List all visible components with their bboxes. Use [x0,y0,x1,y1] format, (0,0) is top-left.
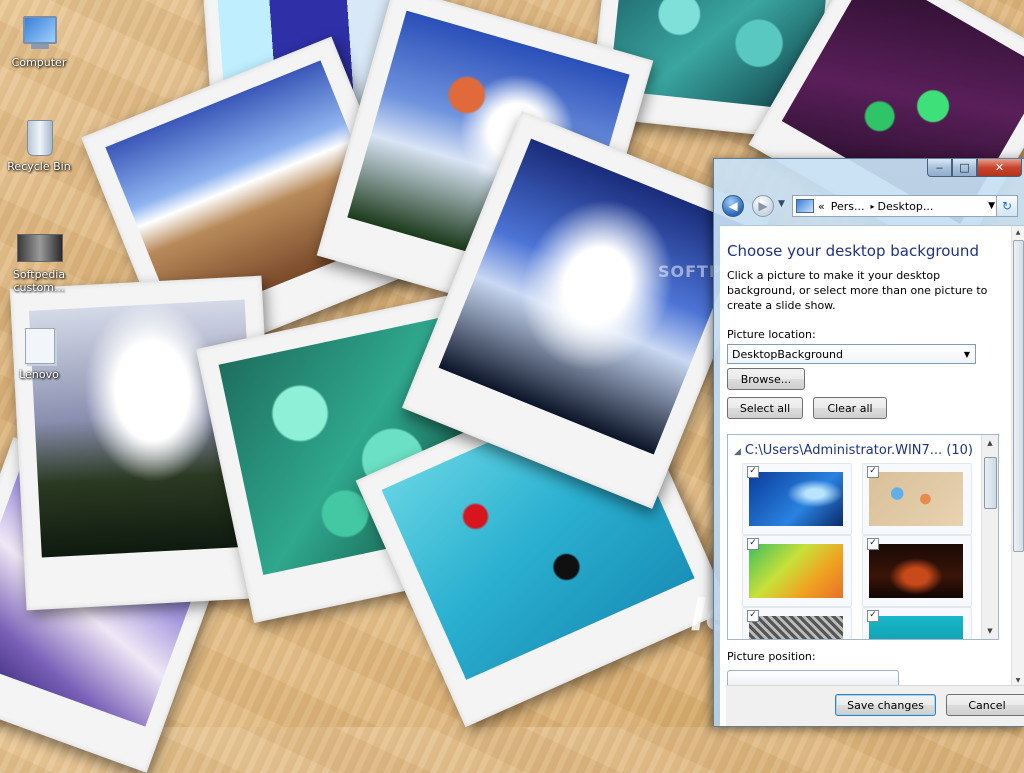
picture-location-select[interactable]: DesktopBackground ▼ [727,344,976,364]
thumbnail-image [869,544,963,598]
wallpaper-thumbnail[interactable]: ✓ [742,607,852,639]
chevron-down-icon: ▼ [963,349,971,359]
gallery-group-header[interactable]: ◢ C:\Users\Administrator.WIN7... (10) [734,443,973,458]
back-button[interactable]: ◀ [722,195,744,217]
thumbnail-checkbox[interactable]: ✓ [747,610,759,622]
content-pane: Choose your desktop background Click a p… [720,225,1024,726]
thumbnail-checkbox[interactable]: ✓ [867,466,879,478]
picture-location-label: Picture location: [727,328,816,341]
image-file-icon [17,226,63,266]
collapse-icon: ◢ [734,447,741,457]
control-panel-icon [796,199,814,213]
scroll-up-icon[interactable]: ▲ [982,435,998,451]
thumbnail-checkbox[interactable]: ✓ [747,538,759,550]
cancel-button[interactable]: Cancel [946,694,1024,716]
maximize-button[interactable]: □ [952,159,977,177]
breadcrumb-separator-icon[interactable]: ▸ [871,202,875,211]
picture-gallery: ◢ C:\Users\Administrator.WIN7... (10) ✓ ✓… [727,434,999,640]
scroll-up-icon[interactable]: ▲ [1012,226,1024,238]
navigation-bar: ◀ ▶ ▼ « Pers... ▸ Desktop... ▼ ↻ [720,193,1020,219]
picture-position-select[interactable] [727,670,899,685]
wallpaper-thumbnail[interactable]: ✓ [862,535,972,607]
wallpaper-thumbnail[interactable]: ✓ [742,463,852,535]
desktop-icon-label: Softpedia custom... [12,268,66,294]
refresh-icon: ↻ [1001,199,1013,213]
recycle-bin-icon [17,118,61,158]
thumbnail-image [869,472,963,526]
dialog-footer: Save changes Cancel [726,685,1024,726]
desktop-icon-label: Lenovo [19,368,59,381]
page-title: Choose your desktop background [727,242,979,260]
window-scrollbar[interactable]: ▲ ▼ [1011,226,1024,686]
recent-pages-dropdown[interactable]: ▼ [778,199,785,209]
breadcrumb-personalization[interactable]: Pers... [831,200,865,213]
scroll-thumb[interactable] [1013,240,1024,552]
gallery-scrollbar[interactable]: ▲ ▼ [981,435,998,639]
thumbnail-image [749,616,843,639]
scroll-down-icon[interactable]: ▼ [982,623,998,639]
thumbnail-checkbox[interactable]: ✓ [867,538,879,550]
desktop-icon-label: Computer [11,56,67,69]
select-all-button[interactable]: Select all [727,397,803,419]
breadcrumb-desktop-background[interactable]: Desktop... [878,200,934,213]
shortcut-icon [17,326,61,366]
desktop-icon-softpedia[interactable]: Softpedia custom... [4,226,74,294]
address-overflow[interactable]: « [818,200,825,213]
wallpaper-thumbnail[interactable]: ✓ [862,463,972,535]
gallery-group-title: C:\Users\Administrator.WIN7... (10) [744,443,973,458]
address-bar[interactable]: « Pers... ▸ Desktop... ▼ [792,195,1000,217]
thumbnail-image [749,472,843,526]
browse-button[interactable]: Browse... [727,368,805,390]
minimize-button[interactable]: ‒ [927,159,952,177]
arrow-right-icon: ▶ [758,199,768,213]
desktop-icon-computer[interactable]: Computer [4,14,74,69]
thumbnail-checkbox[interactable]: ✓ [747,466,759,478]
page-description: Click a picture to make it your desktop … [727,269,988,312]
scroll-thumb[interactable] [984,457,997,509]
chevron-down-icon[interactable]: ▼ [988,201,995,211]
arrow-left-icon: ◀ [728,199,738,213]
picture-position-label: Picture position: [727,650,816,663]
picture-location-value: DesktopBackground [732,347,843,361]
desktop-icon-label: Recycle Bin [7,160,71,173]
refresh-button[interactable]: ↻ [996,195,1018,217]
wallpaper-thumbnail[interactable]: ✓ [742,535,852,607]
close-button[interactable]: ✕ [977,159,1022,177]
computer-icon [17,14,61,54]
desktop-icon-recycle-bin[interactable]: Recycle Bin [4,118,74,173]
window-controls: ‒ □ ✕ [927,159,1022,177]
desktop-icon-lenovo[interactable]: Lenovo [4,326,74,381]
thumbnail-image [869,616,963,639]
forward-button[interactable]: ▶ [752,195,774,217]
thumbnail-checkbox[interactable]: ✓ [867,610,879,622]
clear-all-button[interactable]: Clear all [813,397,887,419]
save-changes-button[interactable]: Save changes [835,694,936,716]
desktop-background-window: ‒ □ ✕ ◀ ▶ ▼ « Pers... ▸ Desktop... ▼ ↻ C… [713,158,1024,727]
thumbnail-image [749,544,843,598]
wallpaper-thumbnail[interactable]: ✓ [862,607,972,639]
